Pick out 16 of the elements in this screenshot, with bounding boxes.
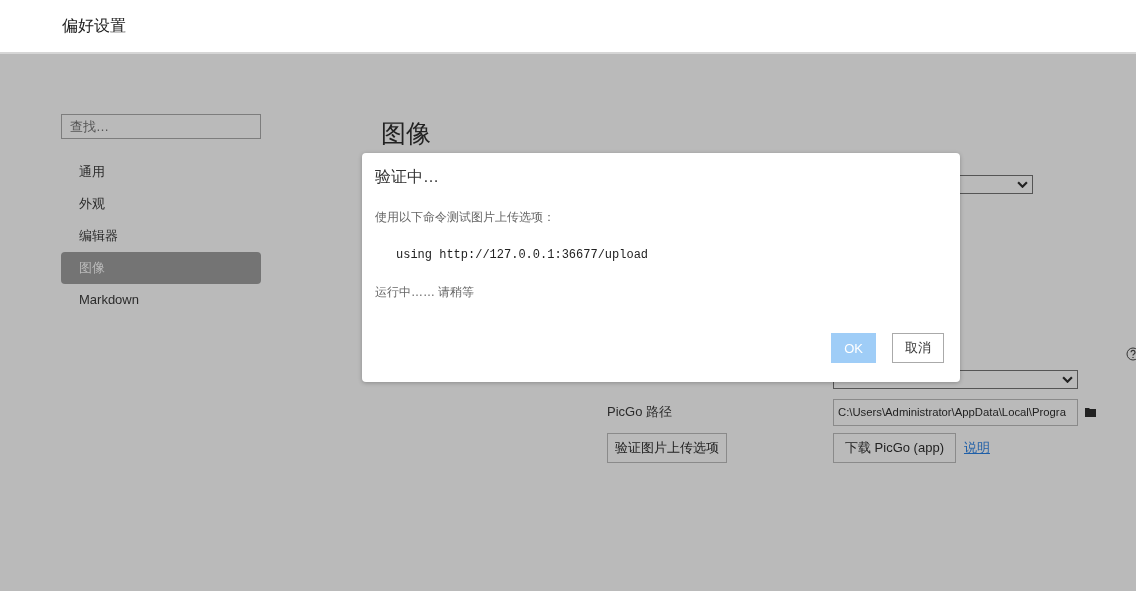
sidebar-item[interactable]: 外观 <box>61 188 261 220</box>
field-label: PicGo 路径 <box>607 403 673 421</box>
validate-button[interactable]: 验证图片上传选项 <box>607 433 727 463</box>
command-text: using http://127.0.0.1:36677/upload <box>395 248 650 262</box>
dialog-title: 验证中… <box>375 167 439 187</box>
status-text: 运行中…… 请稍等 <box>375 284 476 301</box>
download-button[interactable]: 下载 PicGo (app) <box>833 433 956 463</box>
sidebar-item[interactable]: 通用 <box>61 156 261 188</box>
dialog-message: 使用以下命令测试图片上传选项： <box>375 209 556 226</box>
search-field[interactable]: 查找… <box>61 114 261 139</box>
sidebar-item[interactable]: 编辑器 <box>61 220 261 252</box>
path-field[interactable]: C:\Users\Administrator\AppData\Local\Progra <box>833 398 1078 426</box>
sidebar-item[interactable]: Markdown <box>61 284 261 316</box>
cancel-button[interactable]: 取消 <box>892 333 944 363</box>
section-title: 图像 <box>381 118 432 149</box>
page-title: 偏好设置 <box>62 15 126 36</box>
